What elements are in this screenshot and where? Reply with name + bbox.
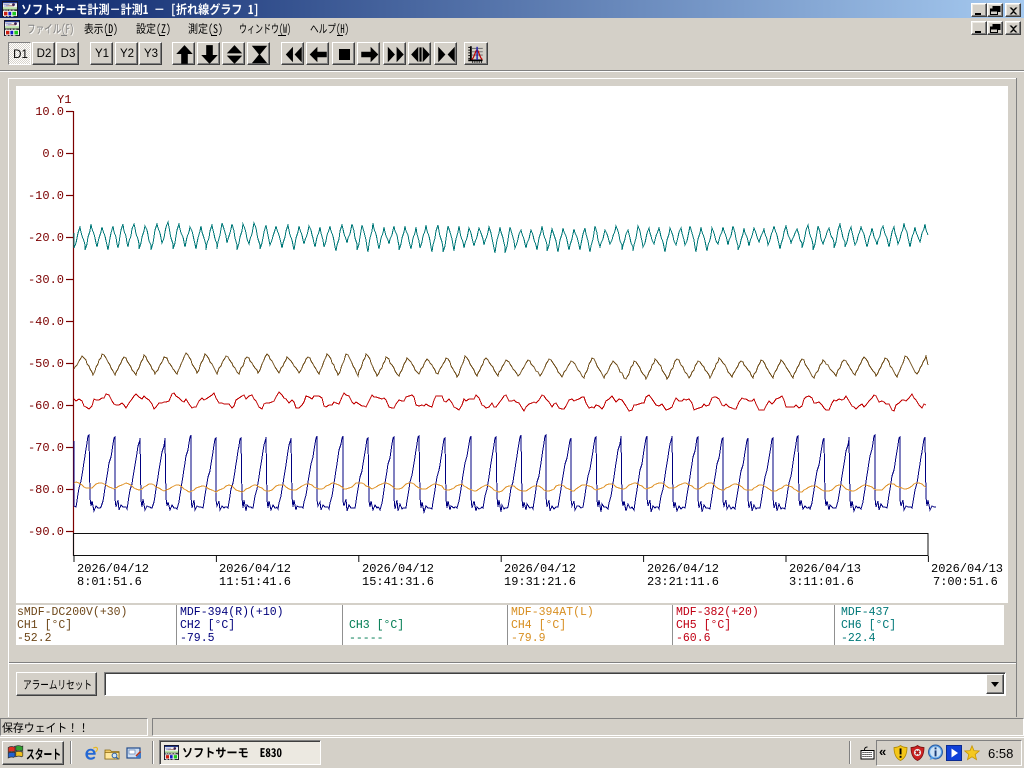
svg-text:11:51:41.6: 11:51:41.6 — [219, 575, 291, 589]
svg-text:19:31:21.6: 19:31:21.6 — [504, 575, 576, 589]
svg-text:23:21:11.6: 23:21:11.6 — [647, 575, 719, 589]
svg-text:10.0: 10.0 — [35, 105, 64, 119]
svg-text:8:01:51.6: 8:01:51.6 — [77, 575, 142, 589]
svg-text:3:11:01.6: 3:11:01.6 — [789, 575, 854, 589]
svg-text:2026/04/13: 2026/04/13 — [789, 562, 861, 576]
svg-text:2026/04/12: 2026/04/12 — [77, 562, 149, 576]
svg-text:2026/04/13: 2026/04/13 — [931, 562, 1003, 576]
svg-text:15:41:31.6: 15:41:31.6 — [362, 575, 434, 589]
svg-text:-40.0: -40.0 — [28, 315, 64, 329]
svg-text:-60.0: -60.0 — [28, 399, 64, 413]
svg-text:2026/04/12: 2026/04/12 — [647, 562, 719, 576]
svg-text:2026/04/12: 2026/04/12 — [362, 562, 434, 576]
svg-text:2026/04/12: 2026/04/12 — [219, 562, 291, 576]
svg-text:-10.0: -10.0 — [28, 189, 64, 203]
svg-text:7:00:51.6: 7:00:51.6 — [933, 575, 998, 589]
svg-text:-20.0: -20.0 — [28, 231, 64, 245]
svg-text:0.0: 0.0 — [42, 147, 64, 161]
svg-text:-80.0: -80.0 — [28, 483, 64, 497]
svg-text:-50.0: -50.0 — [28, 357, 64, 371]
svg-text:-30.0: -30.0 — [28, 273, 64, 287]
svg-text:-90.0: -90.0 — [28, 525, 64, 539]
svg-text:2026/04/12: 2026/04/12 — [504, 562, 576, 576]
svg-text:-70.0: -70.0 — [28, 441, 64, 455]
